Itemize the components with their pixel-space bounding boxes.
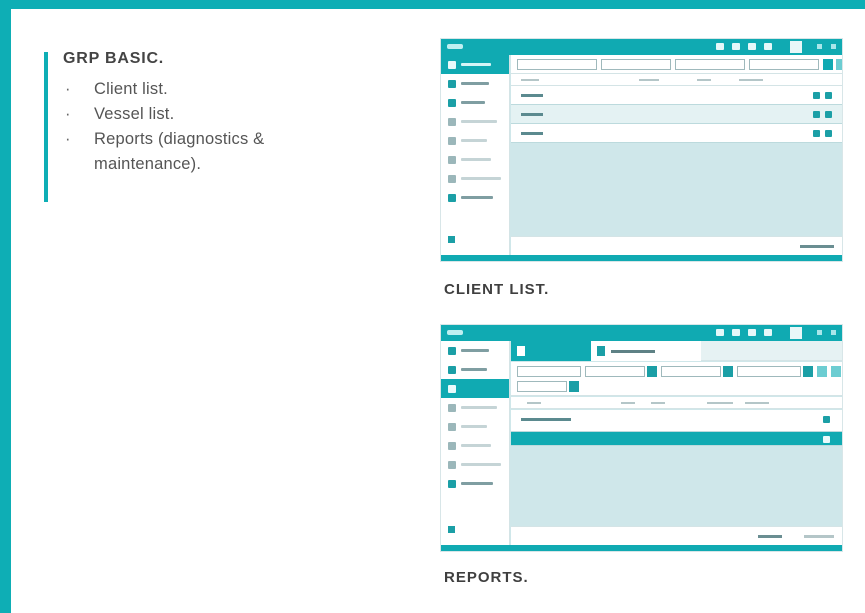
top-accent-border: [0, 0, 865, 9]
app-titlebar: [441, 39, 842, 55]
search-icon: [803, 366, 813, 377]
app-statusbar: [441, 255, 842, 261]
info-icon: [764, 329, 772, 336]
table-header: [511, 74, 842, 86]
filter-field: [749, 59, 819, 70]
client-list-caption: CLIENT LIST.: [444, 281, 550, 298]
filter-field: [585, 366, 645, 377]
client-list-screenshot: [440, 38, 843, 262]
calendar-icon: [723, 366, 733, 377]
section-title: GRP BASIC.: [63, 50, 165, 67]
filter-bar: [511, 362, 842, 396]
search-icon: [823, 59, 833, 70]
vehicle-icon: [748, 43, 756, 50]
close-icon: [831, 44, 836, 49]
minimize-icon: [817, 330, 822, 335]
vehicle-icon: [748, 329, 756, 336]
table-footer: [511, 236, 842, 255]
table-row: [511, 105, 842, 124]
add-icon: [836, 59, 842, 70]
filter-field: [517, 381, 567, 392]
minimize-icon: [817, 44, 822, 49]
calendar-icon: [569, 381, 579, 392]
app-content: [511, 341, 842, 545]
reports-screenshot: [440, 324, 843, 552]
car-icon: [716, 43, 724, 50]
feature-item: Client list.: [63, 77, 344, 102]
feature-item: Vessel list.: [63, 102, 344, 127]
sidebar-item: [441, 474, 509, 493]
sidebar-item: [441, 360, 509, 379]
tab-bar: [511, 341, 842, 361]
tab: [591, 341, 701, 361]
feature-list: Client list. Vessel list. Reports (diagn…: [63, 77, 344, 177]
add-icon: [831, 366, 841, 377]
table-row: [511, 124, 842, 143]
info-icon: [764, 43, 772, 50]
filter-field: [737, 366, 801, 377]
feature-summary: GRP BASIC. Client list. Vessel list. Rep…: [44, 50, 344, 202]
collapse-icon: [448, 236, 455, 243]
app-sidebar: [441, 55, 510, 255]
close-icon: [831, 330, 836, 335]
table-row: [511, 86, 842, 105]
app-titlebar: [441, 325, 842, 341]
table-row: [511, 410, 842, 432]
sidebar-item: [441, 341, 509, 360]
sidebar-item: [441, 55, 509, 74]
toolbar-icons: [716, 43, 772, 50]
table-footer: [511, 526, 842, 545]
calendar-icon: [647, 366, 657, 377]
tab: [511, 341, 591, 361]
refresh-icon: [817, 366, 827, 377]
app-logo: [447, 330, 463, 335]
app-content: [511, 55, 842, 255]
sidebar-item: [441, 169, 509, 188]
sidebar-item: [441, 436, 509, 455]
window-controls: [817, 330, 836, 335]
sidebar-item: [441, 398, 509, 417]
filter-field: [517, 59, 597, 70]
table-header: [511, 397, 842, 409]
toolbar-icons: [716, 329, 772, 336]
table-row-selected: [511, 432, 842, 446]
sidebar-item: [441, 150, 509, 169]
filter-field: [601, 59, 671, 70]
filter-field: [675, 59, 745, 70]
sidebar-item: [441, 188, 509, 207]
sidebar-item: [441, 379, 509, 398]
window-controls: [817, 44, 836, 49]
feature-item: Reports (diagnostics & maintenance).: [63, 127, 344, 177]
filter-field: [517, 366, 581, 377]
sidebar-item: [441, 74, 509, 93]
accent-bar: [44, 52, 48, 202]
truck-icon: [732, 43, 740, 50]
filter-field: [661, 366, 721, 377]
sidebar-item: [441, 455, 509, 474]
sidebar-item: [441, 131, 509, 150]
sidebar-item: [441, 417, 509, 436]
app-sidebar: [441, 341, 510, 545]
car-icon: [716, 329, 724, 336]
app-logo: [447, 44, 463, 49]
reports-caption: REPORTS.: [444, 569, 529, 586]
sidebar-item: [441, 93, 509, 112]
settings-icon: [790, 41, 802, 53]
app-statusbar: [441, 545, 842, 551]
truck-icon: [732, 329, 740, 336]
collapse-icon: [448, 526, 455, 533]
filter-bar: [511, 55, 842, 74]
left-accent-border: [0, 0, 11, 613]
sidebar-item: [441, 112, 509, 131]
settings-icon: [790, 327, 802, 339]
